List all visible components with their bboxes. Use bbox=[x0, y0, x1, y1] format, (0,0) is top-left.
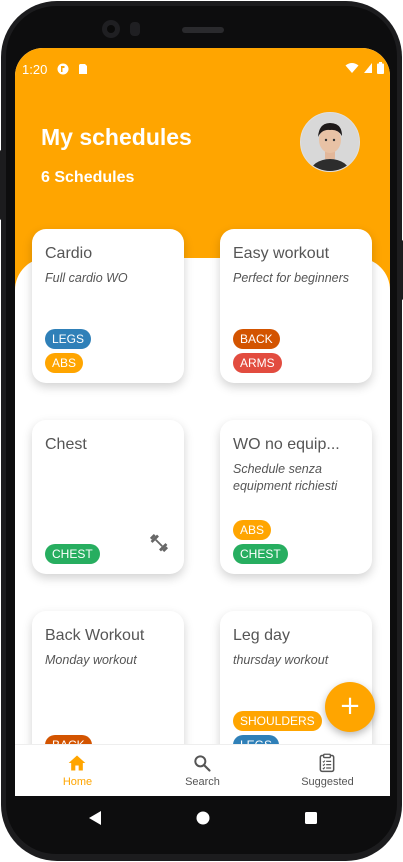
card-title: Leg day bbox=[233, 627, 290, 644]
card-title: Cardio bbox=[45, 245, 93, 262]
schedule-card[interactable]: Back Workout Monday workout BACK bbox=[32, 611, 184, 765]
avatar[interactable] bbox=[300, 112, 360, 172]
tag-badge: CHEST bbox=[45, 544, 100, 564]
front-camera bbox=[102, 20, 120, 38]
nav-item-suggested[interactable]: Suggested bbox=[265, 745, 390, 796]
sensor bbox=[130, 22, 140, 36]
tag-badge: SHOULDERS bbox=[233, 711, 322, 731]
clipboard-icon bbox=[319, 753, 335, 773]
dumbbell-icon bbox=[150, 534, 168, 552]
tag-badge: ARMS bbox=[233, 353, 282, 373]
card-title: Chest bbox=[45, 436, 87, 453]
tag-badge: LEGS bbox=[45, 329, 92, 349]
schedule-card[interactable]: Cardio Full cardio WO LEGS ABS bbox=[32, 229, 184, 383]
system-navigation-bar bbox=[15, 796, 390, 840]
schedule-count: 6 Schedules bbox=[41, 169, 135, 186]
status-icons bbox=[345, 62, 384, 74]
card-description: Schedule senza equipment richiesti bbox=[233, 462, 338, 493]
sd-card-icon bbox=[79, 64, 87, 74]
status-bar: 1:20 bbox=[15, 48, 390, 92]
card-title: Back Workout bbox=[45, 627, 145, 644]
search-icon bbox=[194, 755, 211, 772]
home-icon bbox=[68, 755, 86, 771]
nav-item-home[interactable]: Home bbox=[15, 745, 140, 796]
wifi-icon bbox=[345, 63, 359, 73]
tag-list: ABS CHEST bbox=[233, 520, 288, 564]
card-description: Full cardio WO bbox=[45, 271, 128, 285]
tag-list: BACK ARMS bbox=[233, 329, 282, 373]
recents-icon[interactable] bbox=[299, 796, 323, 840]
page-title: My schedules bbox=[41, 124, 192, 150]
battery-icon bbox=[377, 62, 384, 74]
nav-label: Search bbox=[185, 776, 220, 788]
app-notification-icon bbox=[57, 63, 69, 75]
tag-badge: ABS bbox=[45, 353, 84, 373]
add-schedule-button[interactable]: + bbox=[325, 682, 375, 732]
schedule-card[interactable]: Easy workout Perfect for beginners BACK … bbox=[220, 229, 372, 383]
schedule-card[interactable]: Chest CHEST bbox=[32, 420, 184, 574]
nav-label: Suggested bbox=[301, 776, 354, 788]
tag-badge: BACK bbox=[233, 329, 280, 349]
volume-button bbox=[0, 150, 3, 220]
earpiece-speaker bbox=[182, 27, 224, 33]
nav-item-search[interactable]: Search bbox=[140, 745, 265, 796]
card-title: WO no equip... bbox=[233, 436, 340, 453]
tag-list: LEGS ABS bbox=[45, 329, 92, 373]
bottom-navigation: Home Search Suggested bbox=[15, 744, 390, 796]
back-icon[interactable] bbox=[83, 796, 107, 840]
schedule-card[interactable]: WO no equip... Schedule senza equipment … bbox=[220, 420, 372, 574]
card-description: thursday workout bbox=[233, 653, 329, 667]
home-button-icon[interactable] bbox=[191, 796, 215, 840]
card-title: Easy workout bbox=[233, 245, 330, 262]
tag-list: CHEST bbox=[45, 544, 100, 564]
signal-icon bbox=[364, 63, 372, 73]
tag-badge: ABS bbox=[233, 520, 272, 540]
app-screen: 1:20 My schedules 6 Schedules Cardio Ful… bbox=[15, 48, 390, 796]
tag-badge: CHEST bbox=[233, 544, 288, 564]
status-time: 1:20 bbox=[22, 62, 48, 77]
nav-label: Home bbox=[62, 776, 93, 788]
profile-photo bbox=[301, 113, 359, 171]
card-description: Monday workout bbox=[45, 653, 137, 667]
card-description: Perfect for beginners bbox=[233, 271, 350, 285]
